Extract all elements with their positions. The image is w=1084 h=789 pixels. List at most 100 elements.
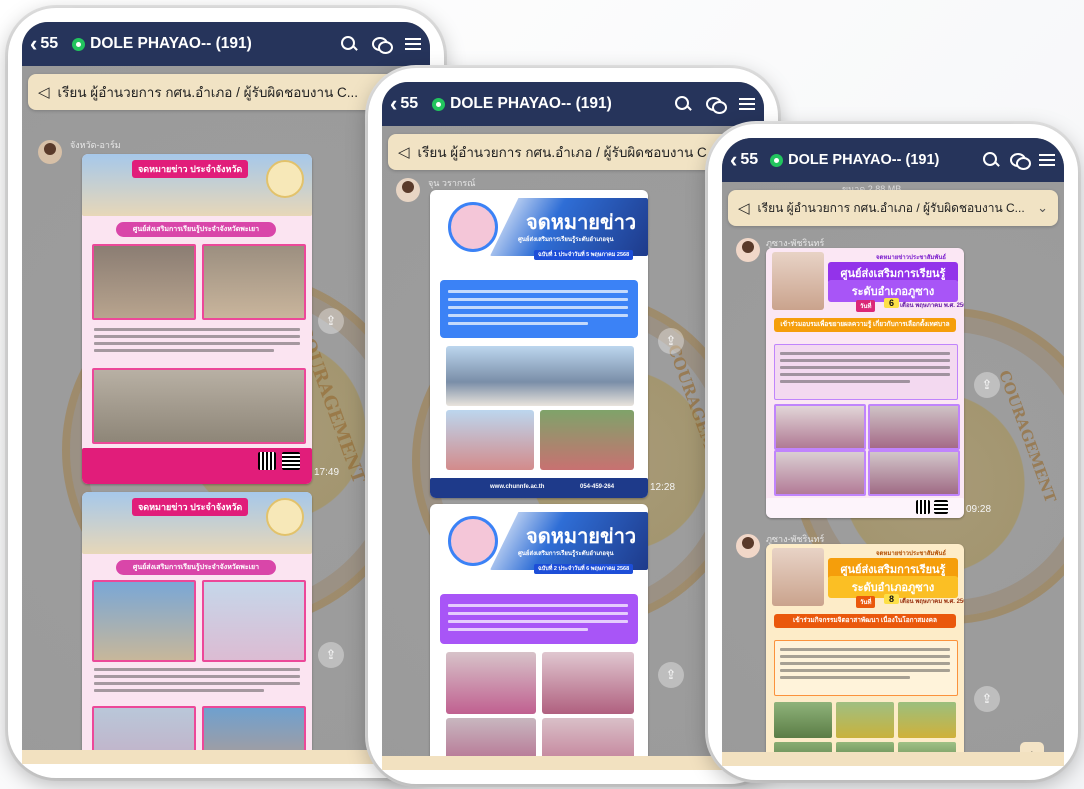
- text-line: [448, 306, 628, 309]
- text-line: [780, 373, 950, 376]
- text-line: [448, 620, 628, 623]
- chat-title[interactable]: DOLE PHAYAO-- (191): [72, 35, 252, 53]
- announcement-bar[interactable]: ◁ เรียน ผู้อำนวยการ กศน.อำเภอ / ผู้รับผิ…: [388, 134, 758, 170]
- unread-count: 55: [740, 151, 759, 168]
- qr-code: [916, 500, 930, 514]
- search-icon[interactable]: [674, 95, 692, 113]
- text-line: [448, 628, 588, 631]
- unread-count: 55: [400, 95, 419, 112]
- search-icon[interactable]: [340, 35, 358, 53]
- poster-seal: [266, 160, 304, 198]
- poster-topic: เข้าร่วมอบรมเพื่อขยายผลความรู้ เกี่ยวกับ…: [774, 318, 956, 332]
- message-time: 09:28: [966, 504, 992, 515]
- share-icon[interactable]: ⇪: [318, 642, 344, 668]
- share-icon[interactable]: ⇪: [974, 686, 1000, 712]
- photo: [868, 404, 960, 450]
- text-line: [94, 682, 300, 685]
- chevron-left-icon: ‹: [30, 31, 38, 56]
- photo: [774, 702, 832, 738]
- chat-header: ‹ 55 DOLE PHAYAO-- (191): [382, 82, 764, 126]
- share-icon[interactable]: ⇪: [974, 372, 1000, 398]
- announcement-bar[interactable]: ◁ เรียน ผู้อำนวยการ กศน.อำเภอ / ผู้รับผิ…: [28, 74, 424, 110]
- chat-bubbles-icon[interactable]: [372, 35, 393, 54]
- header-actions: [340, 35, 422, 54]
- share-icon[interactable]: ⇪: [658, 662, 684, 688]
- chat-title[interactable]: DOLE PHAYAO-- (191): [770, 152, 939, 168]
- text-line: [448, 298, 628, 301]
- image-message[interactable]: จดหมายข่าวประชาสัมพันธ์ ศูนย์ส่งเสริมการ…: [766, 544, 964, 766]
- text-line: [94, 668, 300, 671]
- image-message[interactable]: จดหมายข่าวประชาสัมพันธ์ ศูนย์ส่งเสริมการ…: [766, 248, 964, 518]
- chat-bubbles-icon[interactable]: [1010, 151, 1031, 170]
- presenter-photo: [772, 548, 824, 606]
- chat-bubbles-icon[interactable]: [706, 95, 727, 114]
- text-line: [448, 604, 628, 607]
- qr-code: [934, 500, 948, 514]
- poster-heading: จดหมายข่าว ประจำจังหวัด: [132, 498, 249, 516]
- chat-title-text: DOLE PHAYAO-- (191): [788, 152, 940, 168]
- announcement-bar[interactable]: ◁ เรียน ผู้อำนวยการ กศน.อำเภอ / ผู้รับผิ…: [728, 190, 1058, 226]
- photo: [446, 652, 536, 714]
- poster-seal: [266, 498, 304, 536]
- poster-date: เดือน พฤษภาคม พ.ศ. 2568: [900, 599, 964, 605]
- back-button[interactable]: ‹ 55: [30, 33, 58, 55]
- text-line: [448, 322, 588, 325]
- online-dot-icon: [432, 97, 446, 111]
- megaphone-icon: ◁: [398, 144, 410, 161]
- search-icon[interactable]: [982, 151, 1000, 169]
- text-line: [94, 328, 300, 331]
- photo: [774, 450, 866, 496]
- back-button[interactable]: ‹ 55: [390, 93, 418, 115]
- unread-count: 55: [40, 35, 59, 52]
- text-line: [94, 689, 264, 692]
- chat-header: ‹ 55 DOLE PHAYAO-- (191): [722, 138, 1064, 182]
- chat-header: ‹ 55 DOLE PHAYAO-- (191): [22, 22, 430, 66]
- chevron-down-icon[interactable]: ⌄: [1037, 200, 1048, 216]
- announcement-text: เรียน ผู้อำนวยการ กศน.อำเภอ / ผู้รับผิดช…: [417, 145, 719, 160]
- text-line: [780, 662, 950, 665]
- photo: [92, 244, 196, 320]
- avatar[interactable]: [396, 178, 420, 202]
- input-bar: [22, 750, 430, 764]
- chevron-left-icon: ‹: [730, 147, 738, 172]
- chat-title-text: DOLE PHAYAO-- (191): [90, 35, 252, 52]
- message-time: 12:28: [650, 482, 676, 493]
- image-message[interactable]: จดหมายข่าว ประจำจังหวัด ศูนย์ส่งเสริมการ…: [82, 154, 312, 484]
- qr-code: [282, 452, 300, 470]
- photo: [202, 580, 306, 662]
- text-line: [94, 349, 274, 352]
- share-icon[interactable]: ⇪: [658, 328, 684, 354]
- hamburger-menu-icon[interactable]: [404, 35, 422, 53]
- chat-title[interactable]: DOLE PHAYAO-- (191): [432, 95, 612, 113]
- qr-code: [258, 452, 276, 470]
- photo: [92, 580, 196, 662]
- poster-subheading: ศูนย์ส่งเสริมการเรียนรู้ประจำจังหวัดพะเย…: [116, 222, 276, 237]
- photo: [836, 702, 894, 738]
- photo: [446, 346, 634, 406]
- poster-date-day: 8: [884, 594, 900, 604]
- poster-topic: เข้าร่วมกิจกรรมจิตอาสาพัฒนา เนื่องในโอกา…: [774, 614, 956, 628]
- image-message[interactable]: จดหมายข่าว ประจำจังหวัด ศูนย์ส่งเสริมการ…: [82, 492, 312, 764]
- image-message[interactable]: จดหมายข่าว ศูนย์ส่งเสริมการเรียนรู้ระดับ…: [430, 504, 648, 770]
- poster-footer: [82, 448, 312, 484]
- poster-issue: ฉบับที่ 1 ประจำวันที่ 5 พฤษภาคม 2568: [534, 250, 634, 260]
- share-icon[interactable]: ⇪: [318, 308, 344, 334]
- avatar[interactable]: [736, 534, 760, 558]
- image-message[interactable]: จดหมายข่าว ศูนย์ส่งเสริมการเรียนรู้ระดับ…: [430, 190, 648, 498]
- presenter-photo: [772, 252, 824, 310]
- poster-heading: จดหมายข่าว ประจำจังหวัด: [132, 160, 249, 178]
- hamburger-menu-icon[interactable]: [1038, 151, 1056, 169]
- text-line: [448, 612, 628, 615]
- avatar[interactable]: [38, 140, 62, 164]
- back-button[interactable]: ‹ 55: [730, 149, 758, 171]
- chevron-left-icon: ‹: [390, 91, 398, 116]
- avatar[interactable]: [736, 238, 760, 262]
- hamburger-menu-icon[interactable]: [738, 95, 756, 113]
- megaphone-icon: ◁: [38, 84, 50, 101]
- announcement-text: เรียน ผู้อำนวยการ กศน.อำเภอ / ผู้รับผิดช…: [757, 200, 1025, 215]
- poster-tag: จดหมายข่าวประชาสัมพันธ์: [876, 551, 947, 557]
- photo: [446, 410, 534, 470]
- presenter-photo: [448, 516, 498, 566]
- online-dot-icon: [72, 37, 86, 51]
- text-line: [448, 290, 628, 293]
